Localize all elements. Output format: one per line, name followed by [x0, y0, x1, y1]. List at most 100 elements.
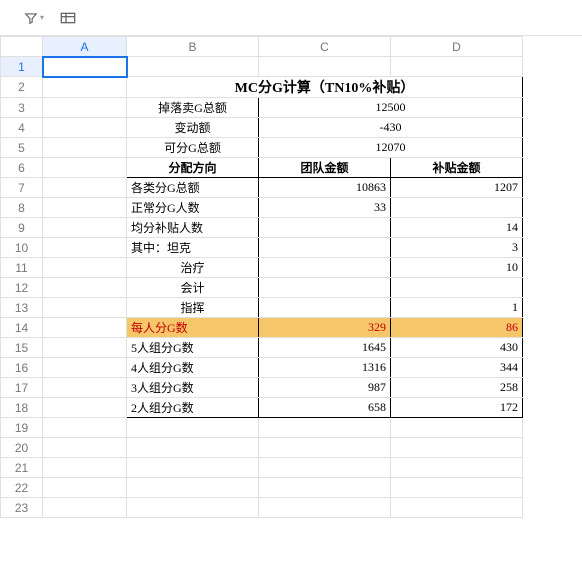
cell-A8[interactable] [43, 198, 127, 218]
cell-B20[interactable] [127, 438, 259, 458]
value-allocable[interactable]: 12070 [259, 138, 523, 158]
cell-A21[interactable] [43, 458, 127, 478]
cell-A7[interactable] [43, 178, 127, 198]
value-total-drop[interactable]: 12500 [259, 98, 523, 118]
cell-D8[interactable] [391, 198, 523, 218]
filter-icon[interactable]: ▾ [24, 11, 44, 25]
cell-D21[interactable] [391, 458, 523, 478]
spreadsheet[interactable]: A B C D 1 2 MC分G计算（TN10%补贴） 3 掉落卖G总额 125… [0, 36, 582, 518]
row-header-8[interactable]: 8 [1, 198, 43, 218]
value-group5-team[interactable]: 1645 [259, 338, 391, 358]
cell-B19[interactable] [127, 418, 259, 438]
label-total-drop[interactable]: 掉落卖G总额 [127, 98, 259, 118]
cell-A6[interactable] [43, 158, 127, 178]
cell-A20[interactable] [43, 438, 127, 458]
label-group5[interactable]: 5人组分G数 [127, 338, 259, 358]
col-header-D[interactable]: D [391, 37, 523, 57]
label-category-total[interactable]: 各类分G总额 [127, 178, 259, 198]
cell-C20[interactable] [259, 438, 391, 458]
cell-A2[interactable] [43, 77, 127, 98]
cell-A9[interactable] [43, 218, 127, 238]
row-header-14[interactable]: 14 [1, 318, 43, 338]
cell-A4[interactable] [43, 118, 127, 138]
value-group5-subsidy[interactable]: 430 [391, 338, 523, 358]
row-header-11[interactable]: 11 [1, 258, 43, 278]
cell-C21[interactable] [259, 458, 391, 478]
row-header-23[interactable]: 23 [1, 498, 43, 518]
cell-D1[interactable] [391, 57, 523, 77]
label-group4[interactable]: 4人组分G数 [127, 358, 259, 378]
label-group2[interactable]: 2人组分G数 [127, 398, 259, 418]
row-header-19[interactable]: 19 [1, 418, 43, 438]
value-avg-subsidy-count[interactable]: 14 [391, 218, 523, 238]
row-header-21[interactable]: 21 [1, 458, 43, 478]
value-group2-subsidy[interactable]: 172 [391, 398, 523, 418]
row-header-18[interactable]: 18 [1, 398, 43, 418]
row-header-16[interactable]: 16 [1, 358, 43, 378]
cell-C12[interactable] [259, 278, 391, 298]
label-per-person[interactable]: 每人分G数 [127, 318, 259, 338]
row-header-4[interactable]: 4 [1, 118, 43, 138]
label-normal-count[interactable]: 正常分G人数 [127, 198, 259, 218]
value-group2-team[interactable]: 658 [259, 398, 391, 418]
title-cell[interactable]: MC分G计算（TN10%补贴） [127, 77, 523, 98]
cell-D22[interactable] [391, 478, 523, 498]
label-tank[interactable]: 其中：坦克 [127, 238, 259, 258]
label-commander[interactable]: 指挥 [127, 298, 259, 318]
value-group3-subsidy[interactable]: 258 [391, 378, 523, 398]
cell-C1[interactable] [259, 57, 391, 77]
cell-A22[interactable] [43, 478, 127, 498]
cell-D19[interactable] [391, 418, 523, 438]
row-header-7[interactable]: 7 [1, 178, 43, 198]
label-allocable[interactable]: 可分G总额 [127, 138, 259, 158]
value-group3-team[interactable]: 987 [259, 378, 391, 398]
cell-A3[interactable] [43, 98, 127, 118]
row-header-6[interactable]: 6 [1, 158, 43, 178]
cell-C11[interactable] [259, 258, 391, 278]
row-header-2[interactable]: 2 [1, 77, 43, 98]
cell-A16[interactable] [43, 358, 127, 378]
label-healer[interactable]: 治疗 [127, 258, 259, 278]
label-group3[interactable]: 3人组分G数 [127, 378, 259, 398]
hdr-subsidy[interactable]: 补贴金额 [391, 158, 523, 178]
value-commander[interactable]: 1 [391, 298, 523, 318]
value-normal-count[interactable]: 33 [259, 198, 391, 218]
cell-A14[interactable] [43, 318, 127, 338]
cell-A23[interactable] [43, 498, 127, 518]
cell-A13[interactable] [43, 298, 127, 318]
col-header-A[interactable]: A [43, 37, 127, 57]
hdr-direction[interactable]: 分配方向 [127, 158, 259, 178]
row-header-5[interactable]: 5 [1, 138, 43, 158]
cell-D20[interactable] [391, 438, 523, 458]
cell-A17[interactable] [43, 378, 127, 398]
row-header-22[interactable]: 22 [1, 478, 43, 498]
row-header-12[interactable]: 12 [1, 278, 43, 298]
cell-A15[interactable] [43, 338, 127, 358]
cell-B22[interactable] [127, 478, 259, 498]
corner-cell[interactable] [1, 37, 43, 57]
row-header-13[interactable]: 13 [1, 298, 43, 318]
cell-A1[interactable] [43, 57, 127, 77]
row-header-1[interactable]: 1 [1, 57, 43, 77]
cell-B1[interactable] [127, 57, 259, 77]
row-header-10[interactable]: 10 [1, 238, 43, 258]
cell-A19[interactable] [43, 418, 127, 438]
cell-A5[interactable] [43, 138, 127, 158]
cell-A12[interactable] [43, 278, 127, 298]
cell-D23[interactable] [391, 498, 523, 518]
value-team-total[interactable]: 10863 [259, 178, 391, 198]
cell-C9[interactable] [259, 218, 391, 238]
value-healer[interactable]: 10 [391, 258, 523, 278]
col-header-B[interactable]: B [127, 37, 259, 57]
value-tank[interactable]: 3 [391, 238, 523, 258]
cell-A11[interactable] [43, 258, 127, 278]
row-header-3[interactable]: 3 [1, 98, 43, 118]
label-avg-subsidy-count[interactable]: 均分补贴人数 [127, 218, 259, 238]
value-group4-team[interactable]: 1316 [259, 358, 391, 378]
cell-B23[interactable] [127, 498, 259, 518]
row-header-17[interactable]: 17 [1, 378, 43, 398]
cell-C22[interactable] [259, 478, 391, 498]
row-header-20[interactable]: 20 [1, 438, 43, 458]
cell-C13[interactable] [259, 298, 391, 318]
value-change[interactable]: -430 [259, 118, 523, 138]
